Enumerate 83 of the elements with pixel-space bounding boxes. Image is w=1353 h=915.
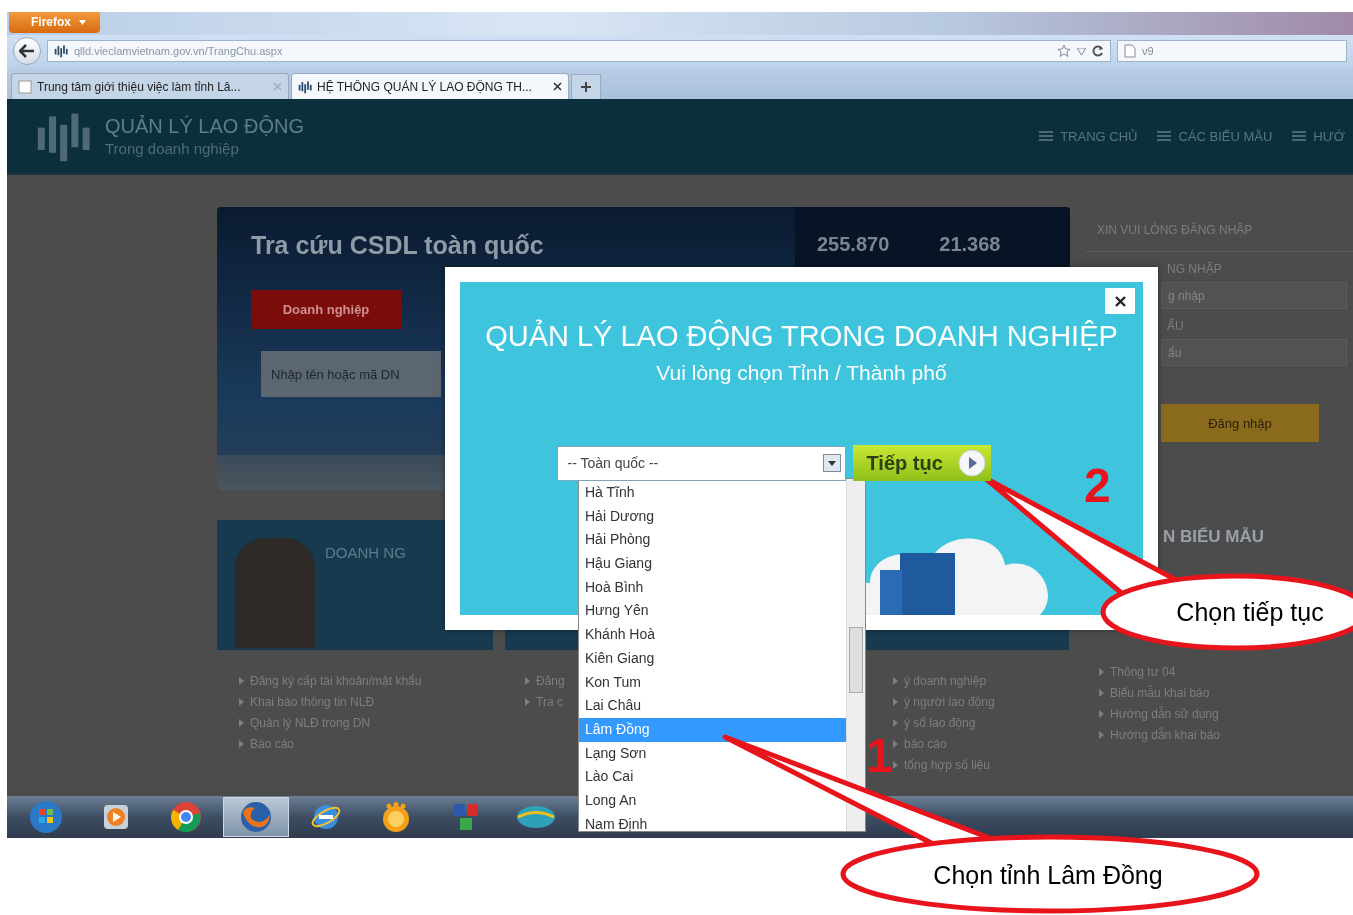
bullet-icon [525, 677, 530, 686]
dialog-subtitle: Vui lòng chọn Tỉnh / Thành phố [656, 361, 947, 385]
bullet-icon [239, 698, 244, 707]
browser-tab[interactable]: HỆ THỐNG QUẢN LÝ LAO ĐỘNG TH... [291, 73, 569, 100]
bullet-icon [893, 740, 898, 749]
site-subtitle: Trong doanh nghiệp [105, 140, 240, 158]
nav-link[interactable]: HƯỚ [1313, 128, 1345, 144]
url-field[interactable]: qlld.vieclamvietnam.gov.vn/TrangChu.aspx [47, 40, 1111, 63]
province-select[interactable]: -- Toàn quốc -- [556, 445, 846, 481]
search-input[interactable]: Nhập tên hoặc mã DN [261, 351, 441, 398]
close-icon [1114, 295, 1126, 307]
firefox-menu-button[interactable]: Firefox [9, 12, 100, 33]
bullet-icon [1099, 710, 1104, 719]
bullet-icon [1099, 731, 1104, 740]
step-number: 2 [1084, 468, 1111, 504]
nav-link[interactable]: TRANG CHỦ [1060, 128, 1138, 144]
menu-icon [1292, 130, 1307, 143]
search-field[interactable]: ν9 [1117, 40, 1347, 63]
step-number: 1 [866, 738, 893, 774]
ball-icon[interactable] [380, 801, 412, 834]
dropdown-option[interactable]: Kon Tum [579, 670, 648, 695]
site-title: QUẢN LÝ LAO ĐỘNG [105, 115, 304, 139]
bullet-icon [893, 698, 898, 707]
menu-icon [1157, 130, 1172, 143]
dropdown-option[interactable]: Hải Phòng [579, 528, 657, 553]
stat-number: 21.368 [939, 233, 1001, 257]
dropdown-arrow-icon[interactable] [1077, 47, 1086, 55]
back-arrow-icon [19, 44, 35, 59]
continue-button[interactable]: Tiếp tục [852, 445, 991, 481]
bullet-icon [1099, 689, 1104, 698]
panel-title: Tra cứu CSDL toàn quốc [251, 231, 544, 261]
site-bars-icon [298, 79, 312, 94]
search-tab[interactable]: Doanh nghiệp [251, 290, 401, 330]
dropdown-option[interactable]: Lai Châu [579, 694, 648, 718]
card-heading: DOANH NG [325, 544, 406, 564]
dropdown-option[interactable]: Lạng Sơn [579, 741, 653, 766]
bullet-icon [893, 761, 898, 770]
dropdown-option[interactable]: Lâm Đồng [579, 717, 846, 742]
back-button[interactable] [13, 37, 41, 66]
dropdown-option[interactable]: Lào Cai [579, 765, 640, 789]
star-icon[interactable] [1057, 44, 1071, 59]
bullet-icon [239, 719, 244, 728]
blank-page-icon [18, 79, 32, 94]
bullet-icon [239, 740, 244, 749]
browser-tab[interactable]: Trung tâm giới thiệu việc làm tỉnh Lâ... [11, 73, 289, 100]
dialog-title: QUẢN LÝ LAO ĐỘNG TRONG DOANH NGHIỆP [485, 320, 1118, 353]
dropdown-option[interactable]: Hải Dương [579, 504, 661, 529]
dropdown-option[interactable]: Kiên Giang [579, 646, 661, 671]
dropdown-option[interactable]: Khánh Hoà [579, 623, 662, 647]
dropdown-option[interactable]: Long An [579, 788, 643, 813]
login-button[interactable]: Đăng nhập [1161, 404, 1319, 443]
dropdown-option[interactable]: Hà Tĩnh [579, 481, 641, 505]
taskbar-button[interactable] [223, 797, 289, 838]
stat-number: 255.870 [817, 233, 890, 257]
page-icon [1124, 44, 1136, 59]
bullet-icon [1099, 668, 1104, 677]
start-orb-icon[interactable] [29, 800, 63, 835]
reload-icon[interactable] [1092, 45, 1104, 58]
scrollbar[interactable] [846, 479, 865, 831]
nav-link[interactable]: CÁC BIỂU MẪU [1178, 128, 1273, 144]
callout-text: Chọn tiếp tục [1176, 597, 1324, 627]
plus-icon [580, 81, 592, 94]
tiles-icon[interactable] [452, 802, 480, 833]
menu-icon [1039, 130, 1054, 143]
wave-icon[interactable] [516, 804, 556, 831]
bullet-icon [893, 719, 898, 728]
close-icon[interactable] [553, 82, 562, 92]
ring-icon[interactable] [170, 801, 202, 834]
callout-text: Chọn tỉnh Lâm Đồng [933, 860, 1163, 890]
bullet-icon [893, 677, 898, 686]
close-button[interactable] [1105, 288, 1135, 314]
dropdown-option[interactable]: Hoà Bình [579, 575, 650, 600]
play-icon[interactable] [102, 803, 130, 832]
play-icon [956, 448, 987, 478]
new-tab-button[interactable] [571, 74, 601, 100]
dropdown-option[interactable]: Hưng Yên [579, 599, 655, 624]
caret-icon [79, 19, 86, 25]
card-heading: N BIỂU MẪU [1163, 527, 1265, 548]
bullet-icon [525, 698, 530, 707]
dropdown-option[interactable]: Nam Định [579, 812, 654, 837]
dropdown-option[interactable]: Hậu Giang [579, 552, 658, 576]
site-bars-icon [54, 44, 68, 59]
bullet-icon [239, 677, 244, 686]
